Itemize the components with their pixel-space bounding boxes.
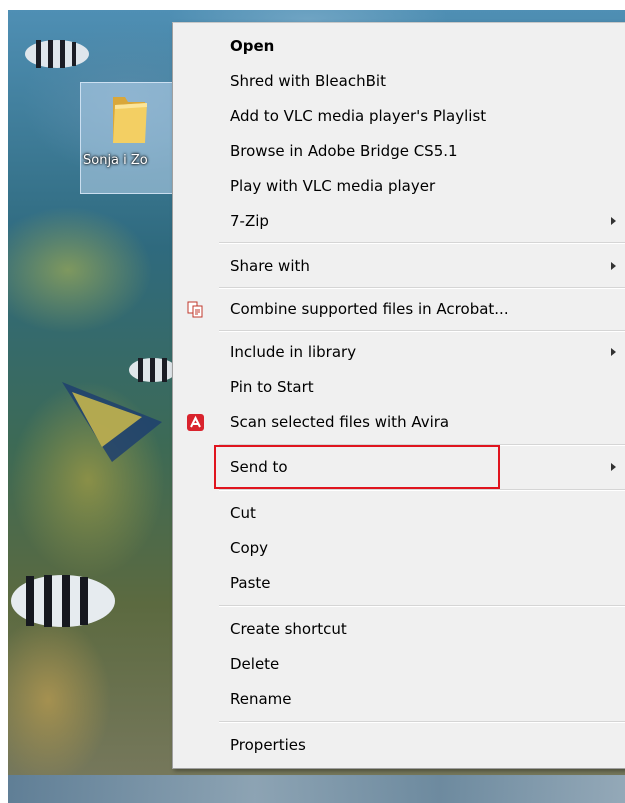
menu-separator (219, 489, 625, 491)
submenu-arrow-icon (611, 348, 616, 356)
menu-separator (219, 287, 625, 289)
send-to-highlight-box (214, 445, 500, 489)
menu-item-label: Include in library (230, 343, 357, 361)
menu-item-label: Paste (230, 574, 271, 592)
menu-separator (219, 242, 625, 244)
menu-item-label: Create shortcut (230, 620, 347, 638)
menu-item-scan-avira[interactable]: Scan selected files with Avira (173, 405, 625, 439)
submenu-arrow-icon (611, 262, 616, 270)
menu-item-label: 7-Zip (230, 212, 269, 230)
menu-item-pin-to-start[interactable]: Pin to Start (173, 370, 625, 404)
menu-item-play-vlc[interactable]: Play with VLC media player (173, 169, 625, 203)
menu-item-label: Pin to Start (230, 378, 314, 396)
wallpaper-bottom (8, 775, 625, 803)
menu-separator (219, 330, 625, 332)
menu-item-shred-bleachbit[interactable]: Shred with BleachBit (173, 64, 625, 98)
menu-item-label: Rename (230, 690, 292, 708)
menu-item-label: Play with VLC media player (230, 177, 436, 195)
menu-item-rename[interactable]: Rename (173, 682, 625, 716)
menu-item-delete[interactable]: Delete (173, 647, 625, 681)
menu-item-include-library[interactable]: Include in library (173, 335, 625, 369)
menu-item-label: Open (230, 37, 275, 55)
menu-item-paste[interactable]: Paste (173, 566, 625, 600)
menu-item-add-vlc-playlist[interactable]: Add to VLC media player's Playlist (173, 99, 625, 133)
desktop-folder-label: Sonja i Zo (83, 153, 148, 168)
menu-item-label: Properties (230, 736, 306, 754)
fish-decoration (129, 358, 177, 382)
menu-item-label: Browse in Adobe Bridge CS5.1 (230, 142, 458, 160)
acrobat-combine-icon (187, 301, 203, 318)
desktop-folder-icon[interactable]: Sonja i Zo (80, 82, 178, 194)
menu-item-7zip[interactable]: 7-Zip (173, 204, 625, 238)
menu-separator (219, 605, 625, 607)
menu-item-label: Share with (230, 257, 310, 275)
menu-item-label: Cut (230, 504, 256, 522)
fish-decoration (11, 575, 115, 627)
menu-item-properties[interactable]: Properties (173, 728, 625, 762)
menu-item-combine-acrobat[interactable]: Combine supported files in Acrobat... (173, 292, 625, 326)
menu-item-cut[interactable]: Cut (173, 496, 625, 530)
avira-icon (187, 414, 204, 431)
menu-item-label: Shred with BleachBit (230, 72, 386, 90)
menu-separator (219, 721, 625, 723)
menu-item-copy[interactable]: Copy (173, 531, 625, 565)
menu-item-open[interactable]: Open (173, 29, 625, 63)
submenu-arrow-icon (611, 463, 616, 471)
menu-item-create-shortcut[interactable]: Create shortcut (173, 612, 625, 646)
folder-icon (113, 97, 147, 143)
menu-item-browse-adobe-bridge[interactable]: Browse in Adobe Bridge CS5.1 (173, 134, 625, 168)
menu-item-share-with[interactable]: Share with (173, 249, 625, 283)
fish-decoration (25, 40, 89, 68)
context-menu: Open Shred with BleachBit Add to VLC med… (172, 22, 625, 769)
menu-item-label: Add to VLC media player's Playlist (230, 107, 487, 125)
menu-item-label: Combine supported files in Acrobat... (230, 300, 509, 318)
menu-item-label: Delete (230, 655, 280, 673)
menu-item-label: Scan selected files with Avira (230, 413, 450, 431)
submenu-arrow-icon (611, 217, 616, 225)
menu-item-label: Copy (230, 539, 269, 557)
